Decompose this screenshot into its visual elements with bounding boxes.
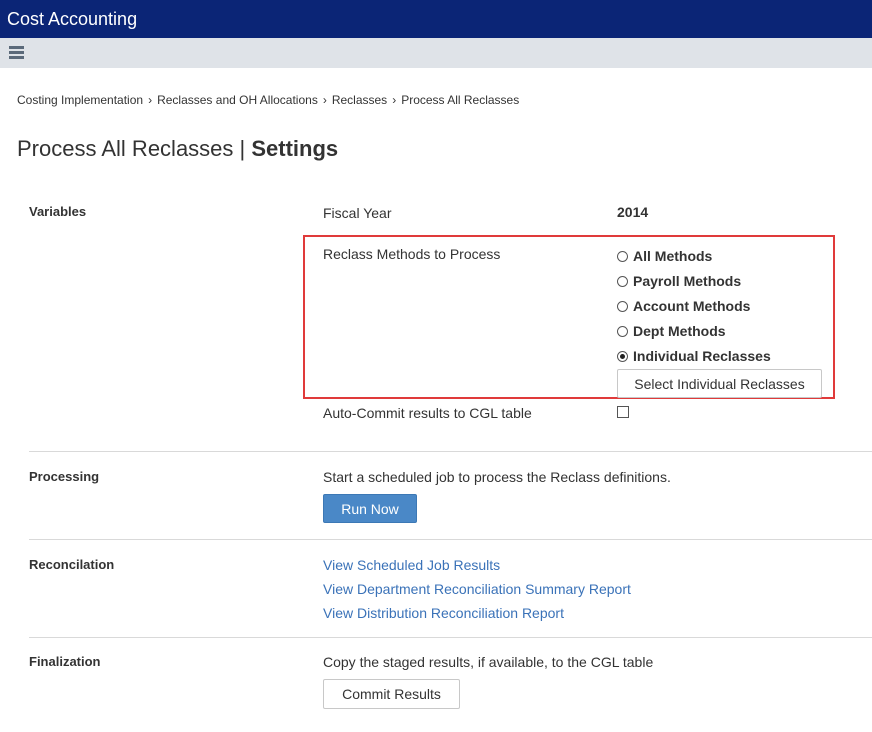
radio-payroll-methods[interactable]: Payroll Methods bbox=[617, 272, 741, 290]
breadcrumb-separator-icon: › bbox=[392, 93, 397, 107]
link-distribution-reconciliation-report[interactable]: View Distribution Reconciliation Report bbox=[323, 605, 564, 621]
page-title-suffix: Settings bbox=[251, 136, 339, 161]
radio-all-methods[interactable]: All Methods bbox=[617, 247, 712, 265]
hamburger-menu-icon[interactable] bbox=[9, 46, 24, 59]
section-label-processing: Processing bbox=[29, 469, 100, 484]
auto-commit-checkbox[interactable] bbox=[617, 406, 629, 418]
radio-individual-reclasses[interactable]: Individual Reclasses bbox=[617, 347, 771, 365]
radio-label: Account Methods bbox=[633, 298, 751, 314]
radio-label: Dept Methods bbox=[633, 323, 726, 339]
fiscal-year-value: 2014 bbox=[617, 204, 649, 220]
page-title-prefix: Process All Reclasses | bbox=[17, 136, 246, 161]
radio-label: Payroll Methods bbox=[633, 273, 742, 289]
link-department-reconciliation-summary[interactable]: View Department Reconciliation Summary R… bbox=[323, 581, 631, 597]
breadcrumb-item-reclasses-oh-allocations[interactable]: Reclasses and OH Allocations bbox=[157, 93, 318, 107]
auto-commit-label: Auto-Commit results to CGL table bbox=[323, 405, 532, 421]
radio-label: All Methods bbox=[633, 248, 713, 264]
section-divider bbox=[29, 637, 872, 638]
section-label-finalization: Finalization bbox=[29, 654, 101, 669]
select-individual-reclasses-button[interactable]: Select Individual Reclasses bbox=[617, 369, 822, 398]
link-scheduled-job-results[interactable]: View Scheduled Job Results bbox=[323, 557, 500, 573]
section-divider bbox=[29, 451, 872, 452]
radio-button-icon[interactable] bbox=[617, 275, 628, 287]
commit-results-button[interactable]: Commit Results bbox=[323, 679, 460, 709]
fiscal-year-label: Fiscal Year bbox=[323, 205, 392, 221]
radio-label: Individual Reclasses bbox=[633, 348, 771, 364]
radio-button-icon[interactable] bbox=[617, 300, 628, 312]
radio-button-checked-icon[interactable] bbox=[617, 350, 628, 362]
radio-button-icon[interactable] bbox=[617, 250, 628, 262]
radio-account-methods[interactable]: Account Methods bbox=[617, 297, 750, 315]
section-divider bbox=[29, 539, 872, 540]
section-label-reconciliation: Reconcilation bbox=[29, 557, 115, 572]
breadcrumb: Costing Implementation › Reclasses and OH … bbox=[17, 93, 519, 107]
processing-description: Start a scheduled job to process the Rec… bbox=[323, 469, 671, 485]
breadcrumb-item-reclasses[interactable]: Reclasses bbox=[332, 93, 387, 107]
radio-button-icon[interactable] bbox=[617, 325, 628, 337]
page-title: Process All Reclasses | Settings bbox=[17, 136, 338, 162]
breadcrumb-item-costing-implementation[interactable]: Costing Implementation bbox=[17, 93, 143, 107]
finalization-description: Copy the staged results, if available, t… bbox=[323, 654, 654, 670]
breadcrumb-separator-icon: › bbox=[322, 93, 327, 107]
toolbar bbox=[0, 38, 872, 68]
app-header: Cost Accounting bbox=[0, 0, 872, 38]
app-title: Cost Accounting bbox=[7, 9, 138, 29]
breadcrumb-item-current: Process All Reclasses bbox=[401, 93, 520, 107]
reclass-methods-label: Reclass Methods to Process bbox=[323, 246, 501, 262]
breadcrumb-separator-icon: › bbox=[148, 93, 153, 107]
run-now-button[interactable]: Run Now bbox=[323, 494, 417, 523]
radio-dept-methods[interactable]: Dept Methods bbox=[617, 322, 726, 340]
section-label-variables: Variables bbox=[29, 204, 87, 219]
